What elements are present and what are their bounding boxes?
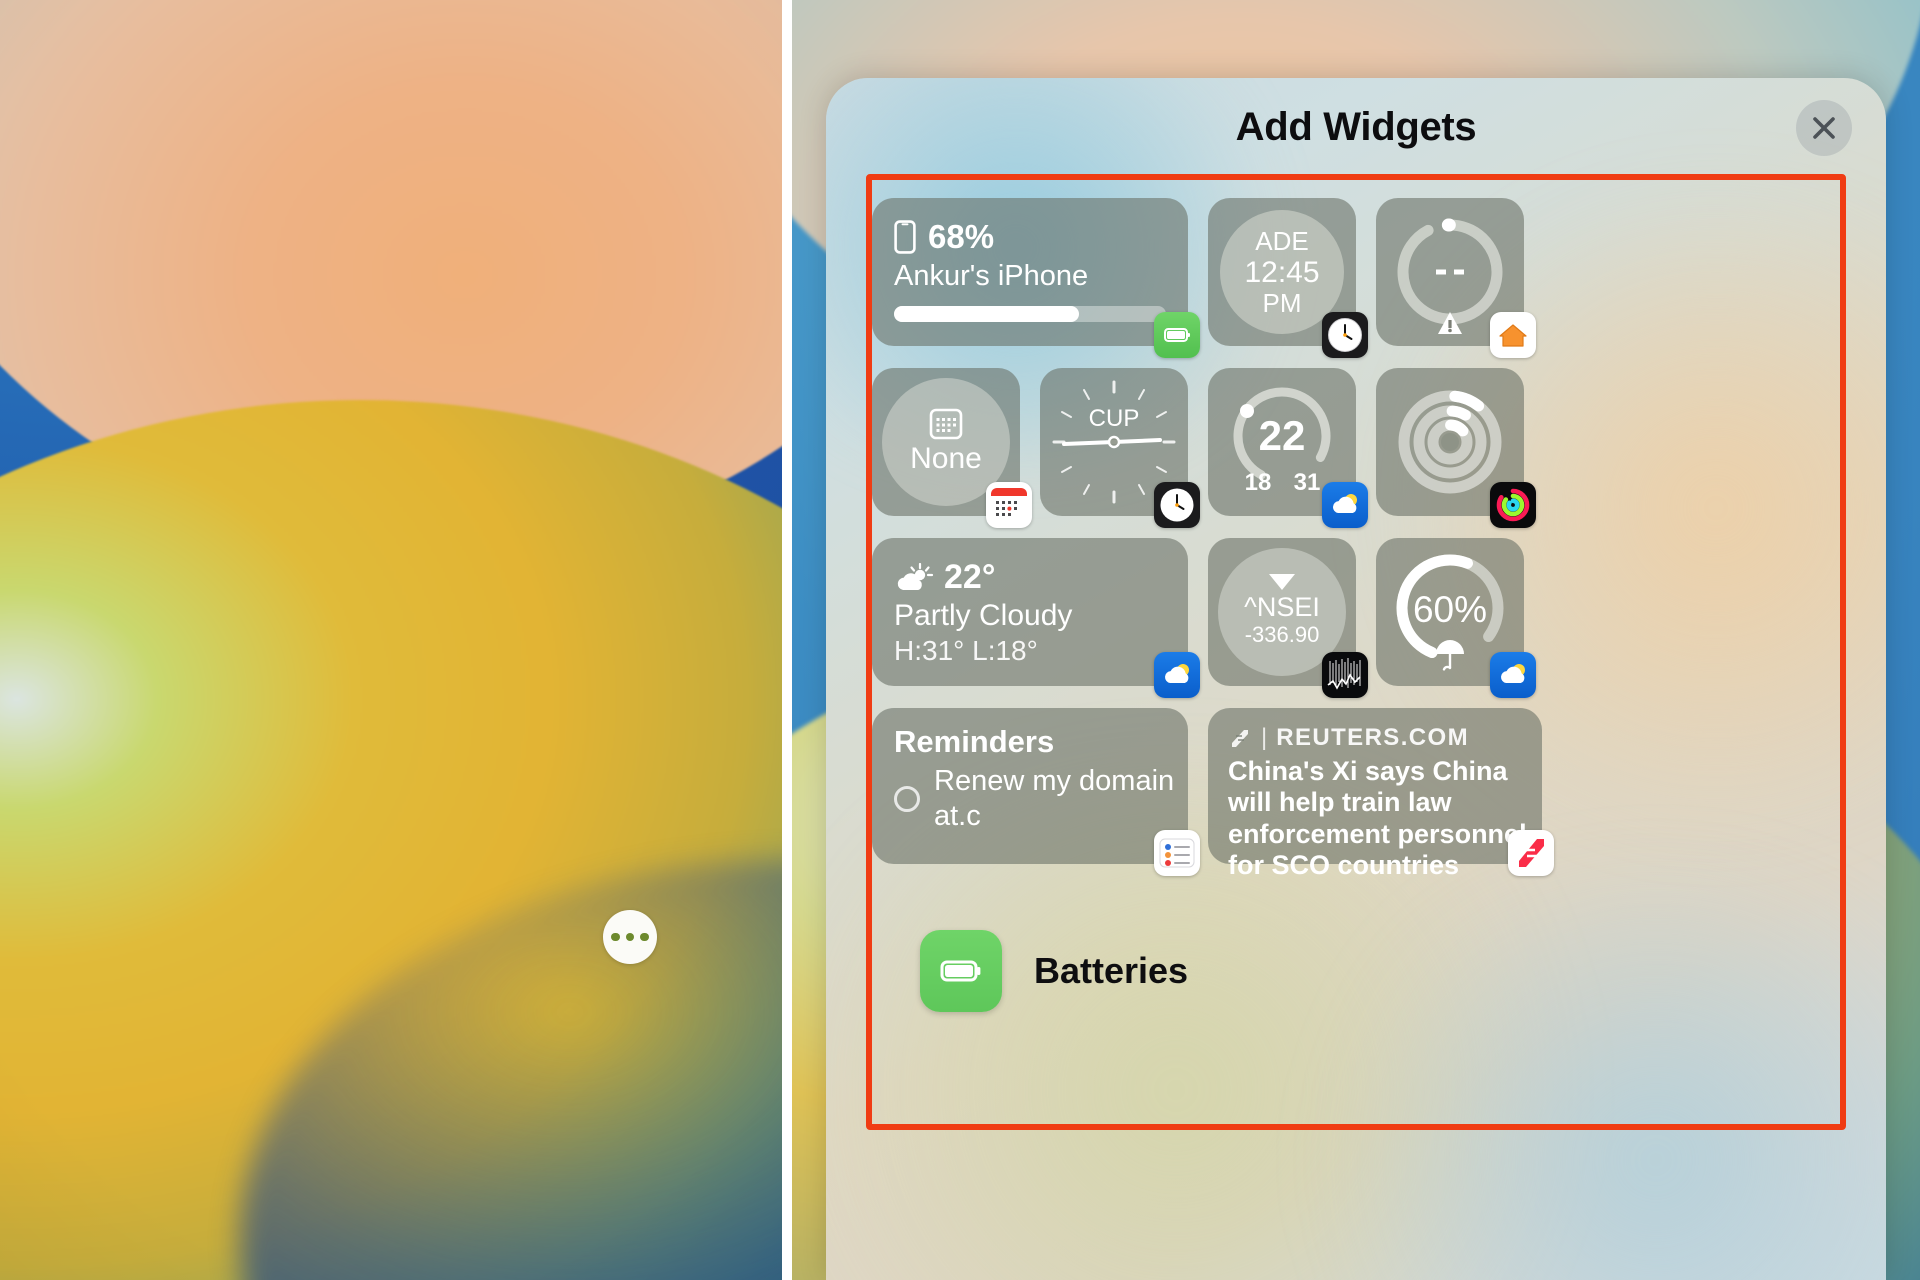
more-options-button[interactable] [603, 910, 657, 964]
reminders-title: Reminders [894, 724, 1055, 759]
stocks-symbol: ^NSEI [1244, 592, 1320, 623]
news-app-icon [1508, 830, 1554, 876]
left-wallpaper-panel [0, 0, 782, 1280]
sheet-header: Add Widgets [826, 78, 1886, 176]
widget-row-4: Reminders Renew my domain at.c | REUTERS… [872, 708, 1840, 880]
stocks-app-icon [1322, 652, 1368, 698]
battery-progress-fill [894, 306, 1079, 322]
stocks-change: -336.90 [1244, 622, 1320, 648]
weather-temp: 22° [944, 558, 996, 596]
calendar-icon [991, 488, 1027, 522]
page-title: Add Widgets [1235, 104, 1477, 149]
partly-cloudy-icon [1501, 664, 1525, 683]
widget-row-3: 22° Partly Cloudy H:31° L:18° ^NSEI -336… [872, 538, 1840, 698]
battery-top-row: 68% [872, 198, 1188, 256]
battery-device-name: Ankur's iPhone [894, 260, 1089, 292]
weather-gauge-low: 18 [1245, 469, 1272, 496]
clock-icon [1160, 488, 1194, 522]
widget-row-2: None CUP 22 18 31 [872, 368, 1840, 528]
list-item-label: Batteries [1034, 950, 1189, 991]
widget-news[interactable]: | REUTERS.COM China's Xi says China will… [1208, 708, 1554, 880]
news-icon [1513, 835, 1549, 871]
more-dot-1 [611, 932, 620, 942]
clock-time: 12:45 [1244, 255, 1320, 289]
weather-app-icon [1490, 652, 1536, 698]
weather-condition: Partly Cloudy [894, 599, 1073, 632]
wallpaper-vignette [0, 0, 782, 1280]
stocks-down-arrow-icon [1269, 574, 1295, 591]
widget-reminders[interactable]: Reminders Renew my domain at.c [872, 708, 1200, 876]
panel-divider [782, 0, 792, 1280]
news-logo-icon [1232, 730, 1248, 747]
widget-batteries[interactable]: 68% Ankur's iPhone [872, 198, 1200, 358]
widget-fitness[interactable] [1376, 368, 1536, 528]
screenshot-root: Add Widgets 68% Ankur's iPhone ADE 12:45… [0, 0, 1920, 1280]
iphone-icon [894, 220, 916, 254]
widget-weather-gauge[interactable]: 22 18 31 [1208, 368, 1368, 528]
weather-top-row: 22° [872, 538, 1188, 597]
calendar-app-icon [986, 482, 1032, 528]
home-app-icon [1490, 312, 1536, 358]
battery-progress-track [894, 306, 1166, 322]
weather-app-icon [1322, 482, 1368, 528]
news-source-row: | REUTERS.COM [1208, 708, 1542, 752]
widget-row-1: 68% Ankur's iPhone ADE 12:45 PM [872, 198, 1840, 358]
umbrella-icon [1436, 640, 1464, 671]
widget-home[interactable] [1376, 198, 1536, 358]
news-headline: China's Xi says China will help train la… [1228, 756, 1527, 880]
weather-gauge-current: 22 [1259, 412, 1306, 459]
activity-rings-icon [1496, 488, 1530, 522]
widget-gallery: 68% Ankur's iPhone ADE 12:45 PM None CUP… [826, 176, 1886, 1012]
close-icon [1813, 117, 1835, 139]
more-dot-3 [640, 932, 649, 942]
widget-weather[interactable]: 22° Partly Cloudy H:31° L:18° [872, 538, 1200, 698]
world-clock-city: CUP [1089, 405, 1140, 432]
reminder-checkbox[interactable] [894, 786, 920, 813]
reminders-app-icon [1154, 830, 1200, 876]
news-divider: | [1261, 724, 1268, 751]
reminders-item-row: Renew my domain at.c [872, 760, 1188, 835]
widget-stocks[interactable]: ^NSEI -336.90 [1208, 538, 1368, 698]
calendar-none-label: None [910, 442, 982, 475]
battery-app-icon [920, 930, 1002, 1012]
add-widgets-sheet: Add Widgets 68% Ankur's iPhone ADE 12:45… [826, 78, 1886, 1280]
clock-icon [1328, 318, 1362, 352]
weather-high-low: H:31° L:18° [894, 635, 1038, 666]
battery-app-icon [1154, 312, 1200, 358]
battery-icon [1164, 328, 1190, 342]
house-icon [1499, 324, 1527, 347]
widget-app-list: Batteries [872, 886, 1840, 1012]
news-source: REUTERS.COM [1276, 724, 1469, 751]
clock-app-icon [1154, 482, 1200, 528]
partly-cloudy-icon [897, 562, 934, 590]
list-item-batteries[interactable]: Batteries [920, 930, 1188, 1012]
weather-gauge-high: 31 [1294, 469, 1321, 496]
reminders-list-icon [1159, 838, 1195, 868]
clock-meridiem: PM [1262, 287, 1302, 318]
battery-icon [940, 960, 981, 982]
battery-percent: 68% [928, 218, 995, 255]
stocks-chart-icon [1327, 658, 1361, 690]
partly-cloudy-icon [1333, 494, 1357, 513]
widget-clock-city[interactable]: ADE 12:45 PM [1208, 198, 1368, 358]
rain-percent: 60% [1413, 589, 1487, 630]
clock-city: ADE [1255, 225, 1309, 256]
clock-app-icon [1322, 312, 1368, 358]
fitness-app-icon [1490, 482, 1536, 528]
calendar-grid-icon [929, 408, 963, 440]
right-phone-panel: Add Widgets 68% Ankur's iPhone ADE 12:45… [792, 0, 1920, 1280]
widget-calendar[interactable]: None [872, 368, 1032, 528]
partly-cloudy-icon [1165, 664, 1189, 683]
weather-app-icon [1154, 652, 1200, 698]
widget-world-clock[interactable]: CUP [1040, 368, 1200, 528]
close-button[interactable] [1796, 100, 1852, 156]
more-dot-2 [625, 932, 635, 942]
widget-rain-chance[interactable]: 60% [1376, 538, 1536, 698]
reminders-item-text: Renew my domain at.c [934, 765, 1175, 833]
